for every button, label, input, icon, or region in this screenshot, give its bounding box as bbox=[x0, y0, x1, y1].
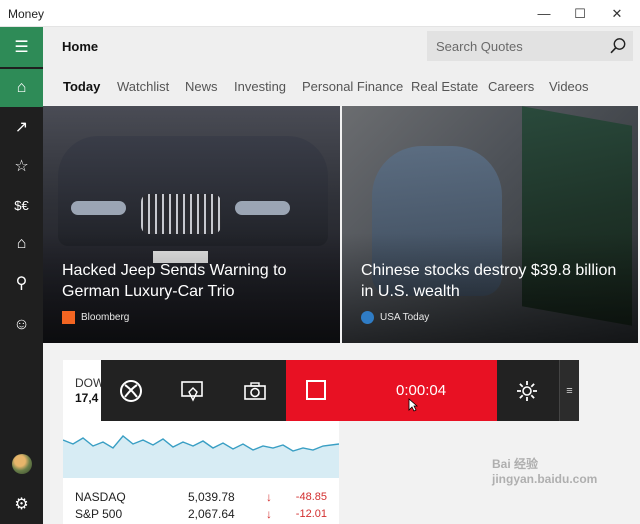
gear-icon bbox=[517, 380, 537, 401]
news-card-chinese-stocks[interactable]: Chinese stocks destroy $39.8 billion in … bbox=[342, 106, 638, 343]
search-icon[interactable] bbox=[609, 37, 627, 55]
car-headlamp-left bbox=[71, 201, 126, 215]
close-button[interactable]: ✕ bbox=[600, 0, 634, 27]
market-value-sp500: 2,067.64 bbox=[188, 507, 235, 521]
watermark: Bai 经验 jingyan.baidu.com bbox=[492, 457, 598, 486]
search-input[interactable] bbox=[427, 31, 597, 61]
gear-icon: ⚙ bbox=[14, 496, 29, 513]
sidebar-item-currencies[interactable]: $€ bbox=[0, 186, 43, 224]
tab-investing[interactable]: Investing bbox=[234, 79, 286, 94]
down-arrow-icon: ↓ bbox=[266, 490, 272, 504]
game-bar: 0:00:04 ≡ bbox=[101, 360, 579, 421]
market-name-nasdaq: NASDAQ bbox=[75, 490, 126, 504]
card-headline: Chinese stocks destroy $39.8 billion in … bbox=[361, 262, 617, 300]
camera-icon bbox=[244, 381, 266, 400]
sidebar-item-watchlist[interactable]: ☆ bbox=[0, 147, 43, 185]
section-tabs: Today Watchlist News Investing Personal … bbox=[43, 67, 640, 105]
hamburger-menu-button[interactable]: ☰ bbox=[0, 27, 43, 67]
sidebar-item-feedback[interactable]: ☺ bbox=[0, 306, 43, 344]
minimize-button[interactable]: — bbox=[527, 0, 561, 27]
xbox-icon bbox=[120, 379, 142, 402]
record-that-icon bbox=[181, 380, 203, 402]
page-title: Home bbox=[62, 39, 99, 54]
tab-real-estate[interactable]: Real Estate bbox=[411, 79, 478, 94]
market-name-sp500: S&P 500 bbox=[75, 507, 123, 521]
game-bar-drag-handle[interactable]: ≡ bbox=[559, 360, 579, 421]
dow-label: DOW bbox=[75, 376, 105, 390]
smiley-icon: ☺ bbox=[13, 316, 30, 333]
maximize-button[interactable]: ☐ bbox=[563, 0, 597, 27]
sidebar-item-mortgage[interactable]: ⌂ bbox=[0, 225, 43, 263]
sidebar-item-markets[interactable]: ↗ bbox=[0, 108, 43, 146]
source-name: Bloomberg bbox=[81, 312, 130, 323]
market-value-nasdaq: 5,039.78 bbox=[188, 490, 235, 504]
market-change-nasdaq: -48.85 bbox=[295, 491, 327, 503]
tab-careers[interactable]: Careers bbox=[488, 79, 534, 94]
house-icon: ⌂ bbox=[16, 235, 27, 252]
sidebar: ☰ ⌂ ↗ ☆ $€ ⌂ ⚲ ☺ ⚙ bbox=[0, 27, 43, 524]
dow-value: 17,4 bbox=[75, 391, 99, 405]
search-box bbox=[427, 31, 633, 61]
watchlist-icon: ☆ bbox=[14, 158, 29, 175]
tab-today[interactable]: Today bbox=[63, 79, 100, 94]
tab-personal-finance[interactable]: Personal Finance bbox=[302, 79, 403, 94]
bloomberg-logo-icon bbox=[62, 311, 75, 324]
currency-icon: $€ bbox=[14, 197, 29, 213]
tab-watchlist[interactable]: Watchlist bbox=[117, 79, 169, 94]
car-headlamp-right bbox=[235, 201, 290, 215]
source-name: USA Today bbox=[380, 312, 430, 323]
header: Home bbox=[43, 27, 640, 67]
avatar bbox=[11, 454, 32, 474]
screenshot-button[interactable] bbox=[225, 360, 285, 421]
title-bar: Money — ☐ ✕ bbox=[0, 0, 640, 27]
game-bar-settings-button[interactable] bbox=[497, 360, 557, 421]
sidebar-item-personal-finance[interactable]: ⚲ bbox=[0, 264, 43, 302]
avatar-button[interactable] bbox=[0, 445, 43, 483]
recording-timer: 0:00:04 bbox=[396, 382, 447, 399]
car-grille bbox=[141, 194, 221, 234]
tab-videos[interactable]: Videos bbox=[549, 79, 589, 94]
home-icon: ⌂ bbox=[16, 79, 27, 96]
hamburger-icon: ☰ bbox=[14, 39, 29, 56]
card-source: Bloomberg bbox=[62, 311, 129, 324]
news-card-jeep[interactable]: Hacked Jeep Sends Warning to German Luxu… bbox=[43, 106, 340, 343]
market-change-sp500: -12.01 bbox=[295, 508, 327, 520]
usa-today-logo-icon bbox=[361, 311, 374, 324]
trend-icon: ↗ bbox=[14, 119, 29, 136]
recording-panel: 0:00:04 bbox=[286, 360, 497, 421]
dow-sparkline bbox=[63, 435, 339, 478]
app-title: Money bbox=[8, 7, 45, 21]
chart-person-icon: ⚲ bbox=[15, 275, 28, 292]
record-background-button[interactable] bbox=[163, 360, 223, 421]
tab-news[interactable]: News bbox=[185, 79, 218, 94]
sidebar-item-settings[interactable]: ⚙ bbox=[0, 485, 43, 523]
xbox-button[interactable] bbox=[101, 360, 161, 421]
down-arrow-icon: ↓ bbox=[266, 507, 272, 521]
stop-recording-button[interactable] bbox=[306, 380, 326, 400]
sidebar-item-home[interactable]: ⌂ bbox=[0, 69, 43, 107]
card-headline: Hacked Jeep Sends Warning to German Luxu… bbox=[62, 262, 287, 300]
card-source: USA Today bbox=[361, 311, 429, 324]
mouse-cursor-icon bbox=[408, 398, 418, 412]
